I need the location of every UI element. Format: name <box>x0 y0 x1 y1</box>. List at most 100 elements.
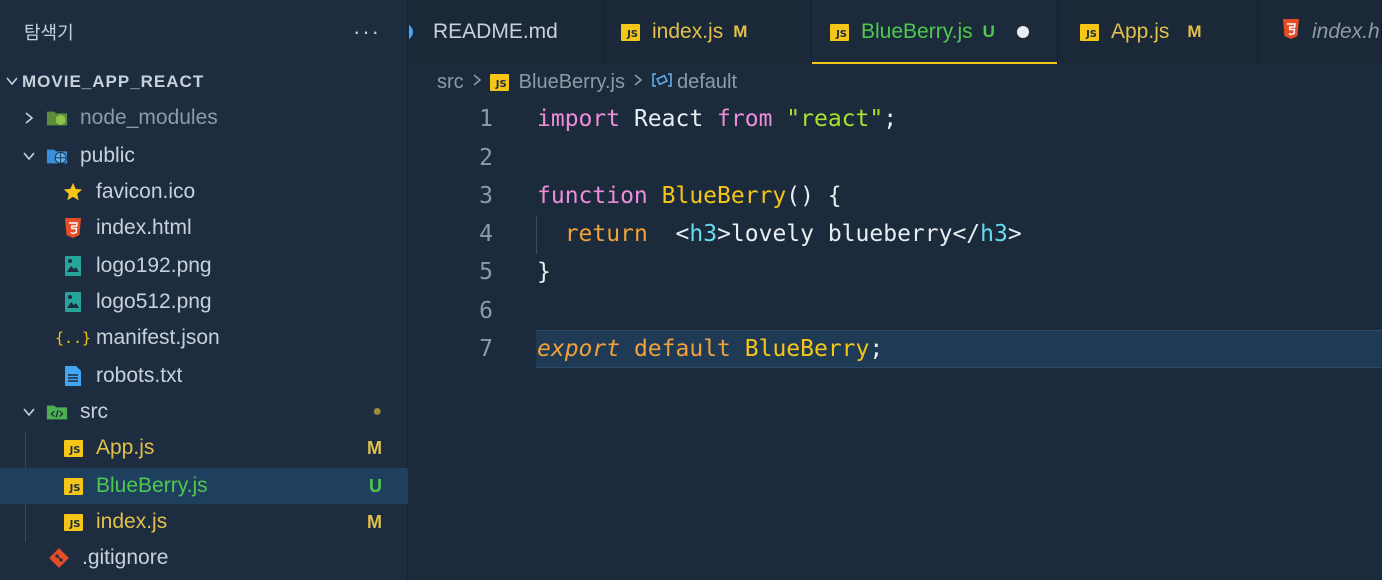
tree-item-gitignore[interactable]: .gitignore <box>0 540 408 576</box>
tab-label: README.md <box>433 20 558 43</box>
token-punctuation: > <box>1007 221 1022 247</box>
token-punctuation: < <box>675 221 690 247</box>
line-number: 4 <box>479 221 493 247</box>
tab-label: App.js <box>1111 20 1170 43</box>
tree-item-logo512[interactable]: logo512.png <box>0 284 408 320</box>
line-number: 3 <box>479 183 493 209</box>
token-punctuation: ; <box>883 106 898 132</box>
tab-git-status: U <box>982 22 995 41</box>
js-file-icon: JS <box>489 73 509 91</box>
tree-item-label: src <box>80 400 108 423</box>
tab-readme[interactable]: README.md <box>409 0 605 64</box>
tree-item-logo192[interactable]: logo192.png <box>0 248 408 284</box>
git-icon <box>48 547 70 569</box>
html5-icon <box>1282 18 1300 46</box>
tree-item-src[interactable]: src ● <box>0 394 408 430</box>
token-keyword: default <box>633 336 731 362</box>
js-file-icon: JS <box>62 475 84 497</box>
chevron-down-icon <box>18 401 40 423</box>
modified-dot-badge: ● <box>372 403 382 420</box>
token-keyword: from <box>717 106 773 132</box>
tree-item-label: manifest.json <box>96 326 220 349</box>
token-function-name: BlueBerry <box>661 183 787 209</box>
image-file-icon <box>62 291 84 313</box>
token-keyword: return <box>564 221 648 247</box>
star-icon <box>62 181 84 203</box>
symbol-variable-icon <box>651 71 673 94</box>
json-braces-icon: {..} <box>54 329 92 347</box>
tree-item-label: index.html <box>96 216 192 239</box>
tab-app-js[interactable]: JS App.js M <box>1058 0 1258 64</box>
code-line-7: export default BlueBerry; <box>537 330 883 368</box>
tree-item-label: favicon.ico <box>96 180 196 203</box>
js-file-icon: JS <box>830 23 849 41</box>
js-file-icon: JS <box>62 437 84 459</box>
token-punctuation: ; <box>869 336 884 362</box>
line-number: 5 <box>479 259 493 285</box>
token-text: >lovely blueberry</ <box>717 221 981 247</box>
tree-item-label: BlueBerry.js <box>96 474 208 497</box>
public-folder-icon <box>46 145 68 167</box>
tree-item-label: .gitignore <box>82 546 169 569</box>
code-line-5: } <box>537 253 551 291</box>
src-folder-icon <box>46 401 68 423</box>
tab-index-html[interactable]: index.h <box>1258 0 1382 64</box>
project-folder[interactable]: MOVIE_APP_REACT <box>0 64 407 100</box>
tree-item-favicon[interactable]: favicon.ico <box>0 174 408 210</box>
tree-item-label: robots.txt <box>96 364 183 387</box>
chevron-down-icon <box>2 74 22 91</box>
chevron-down-icon <box>18 145 40 167</box>
breadcrumb-symbol[interactable]: default <box>677 71 737 94</box>
js-file-icon: JS <box>62 511 84 533</box>
tab-blueberry-js[interactable]: JS BlueBerry.js U <box>812 0 1058 64</box>
tree-item-blueberry-js[interactable]: JS BlueBerry.js U <box>0 468 408 504</box>
tab-label: BlueBerry.js <box>861 20 973 43</box>
tree-item-public[interactable]: public <box>0 138 408 174</box>
code-line-4: return <h3>lovely blueberry</h3> <box>537 215 1022 253</box>
explorer-title: 탐색기 <box>24 23 74 43</box>
js-file-icon: JS <box>1080 23 1099 41</box>
node-modules-folder-icon <box>46 107 68 129</box>
breadcrumb-folder[interactable]: src <box>437 71 464 94</box>
tab-git-status: M <box>1187 22 1202 41</box>
code-line-3: function BlueBerry() { <box>537 177 842 215</box>
text-file-icon <box>62 365 84 387</box>
tab-label: index.h <box>1312 20 1380 43</box>
tree-item-manifest[interactable]: {..} manifest.json <box>0 320 408 356</box>
html5-icon <box>62 217 84 239</box>
tree-item-label: index.js <box>96 510 168 533</box>
token-string: "react" <box>786 106 884 132</box>
unsaved-dot-icon[interactable] <box>1016 26 1029 38</box>
token-keyword: export <box>537 336 621 362</box>
token-keyword: function <box>537 183 648 209</box>
tree-item-label: public <box>80 144 135 167</box>
token-punctuation: () { <box>786 183 842 209</box>
chevron-right-icon <box>633 73 643 92</box>
tree-item-index-js[interactable]: JS index.js M <box>0 504 408 540</box>
code-line-1: import React from "react"; <box>537 100 897 138</box>
tree-item-label: node_modules <box>80 106 218 129</box>
token-identifier: React <box>620 106 718 132</box>
code-editor[interactable]: 1 2 3 4 5 6 7 import React from "react";… <box>409 100 1382 580</box>
tab-index-js[interactable]: JS index.js M <box>605 0 812 64</box>
line-number: 6 <box>479 298 493 324</box>
tree-item-robots[interactable]: robots.txt <box>0 358 408 394</box>
breadcrumb-file[interactable]: BlueBerry.js <box>519 71 625 94</box>
git-status-badge: M <box>367 511 382 532</box>
line-number: 7 <box>479 336 493 362</box>
tab-label: index.js <box>652 20 724 43</box>
token-keyword: import <box>537 106 621 132</box>
tree-item-app-js[interactable]: JS App.js M <box>0 430 408 466</box>
more-actions-icon[interactable]: ··· <box>353 19 381 45</box>
tree-item-label: logo512.png <box>96 290 212 313</box>
token-punctuation: } <box>537 259 551 285</box>
tree-item-node-modules[interactable]: node_modules <box>0 100 408 136</box>
tab-git-status: M <box>733 22 748 41</box>
token-identifier: BlueBerry <box>744 336 870 362</box>
tree-item-index-html[interactable]: index.html <box>0 210 408 246</box>
